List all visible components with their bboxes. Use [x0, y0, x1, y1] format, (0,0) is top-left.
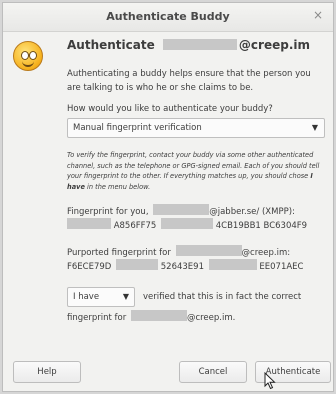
auth-method-value: Manual fingerprint verification [73, 123, 202, 133]
own-fingerprint-label-line: Fingerprint for you, @jabber.se/ (XMPP): [67, 204, 325, 218]
buddy-fingerprint-label-line: Purported fingerprint for @creep.im: [67, 245, 325, 259]
own-fingerprint: Fingerprint for you, @jabber.se/ (XMPP):… [67, 204, 325, 232]
redacted-fingerprint-part [161, 218, 214, 229]
smiley-mouth [22, 60, 34, 67]
dialog-content: Authenticate @creep.im Authenticating a … [67, 38, 325, 325]
buddy-fingerprint-seg3: EE071AEC [259, 262, 304, 272]
heading-word: Authenticate [67, 38, 155, 52]
buddy-fingerprint-label: Purported fingerprint for [67, 248, 171, 258]
method-question: How would you like to authenticate your … [67, 104, 273, 114]
buddy-fingerprint-seg2: 52643E91 [160, 262, 204, 272]
redacted-fingerprint-part [116, 259, 159, 270]
redacted-fingerprint-part [67, 218, 111, 229]
help-button[interactable]: Help [13, 361, 81, 383]
own-fingerprint-seg1: A856FF75 [113, 221, 157, 231]
window-title: Authenticate Buddy [106, 10, 230, 23]
redacted-username [162, 39, 237, 50]
help-text-part2: in the menu below. [87, 182, 151, 191]
buddy-fingerprint: Purported fingerprint for @creep.im: F6E… [67, 245, 325, 273]
own-fingerprint-account: @jabber.se/ (XMPP): [209, 207, 295, 217]
dialog-heading: Authenticate @creep.im [67, 38, 325, 54]
authenticate-buddy-dialog: Authenticate Buddy × Authenticate @creep… [2, 2, 334, 392]
verified-select-value: I have [73, 292, 100, 302]
own-fingerprint-label: Fingerprint for you, [67, 207, 149, 217]
redacted-buddy-username [130, 310, 187, 321]
verification-help-text: To verify the fingerprint, contact your … [67, 150, 325, 192]
cancel-button[interactable]: Cancel [179, 361, 247, 383]
smiley-right-eye [29, 51, 37, 60]
verified-statement: verified that this is in fact the correc… [143, 292, 302, 302]
smiley-icon [13, 41, 43, 71]
help-text-part1: To verify the fingerprint, contact your … [67, 151, 320, 180]
auth-method-select[interactable]: Manual fingerprint verification ▼ [67, 118, 325, 138]
button-row: Help Cancel Authenticate [13, 361, 331, 383]
intro-text: Authenticating a buddy helps ensure that… [67, 69, 311, 93]
buddy-fingerprint-seg1: F6ECE79D [67, 262, 112, 272]
heading-domain: @creep.im [238, 38, 310, 52]
verified-domain: @creep.im. [186, 313, 236, 323]
redacted-buddy-username [175, 245, 242, 256]
redacted-own-username [153, 204, 210, 215]
redacted-fingerprint-part [208, 259, 257, 270]
mouse-pointer-icon [264, 372, 276, 390]
close-icon[interactable]: × [313, 8, 323, 22]
own-fingerprint-value: A856FF75 4CB19BB1 BC6304F9 [67, 218, 325, 232]
smiley-left-eye [21, 51, 29, 60]
verified-statement-line2: fingerprint for @creep.im. [67, 310, 235, 325]
dropdown-arrow-icon: ▼ [311, 123, 318, 132]
titlebar: Authenticate Buddy × [3, 3, 333, 32]
own-fingerprint-seg2: 4CB19BB1 BC6304F9 [215, 221, 308, 231]
buddy-fingerprint-account: @creep.im: [241, 248, 291, 258]
dropdown-arrow-icon: ▼ [122, 292, 129, 301]
verification-row: I have ▼ verified that this is in fact t… [67, 287, 325, 325]
verified-fingerprint-for: fingerprint for [67, 313, 127, 323]
buddy-fingerprint-value: F6ECE79D 52643E91 EE071AEC [67, 259, 325, 273]
verified-select[interactable]: I have ▼ [67, 287, 135, 307]
